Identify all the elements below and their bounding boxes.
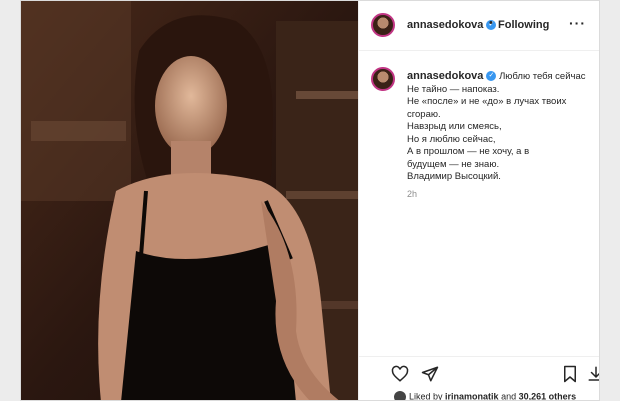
verified-badge-icon: ✓ xyxy=(486,71,497,82)
post-timestamp[interactable]: 2h xyxy=(407,189,417,199)
heart-icon[interactable] xyxy=(391,365,409,388)
liker-avatar[interactable] xyxy=(394,391,406,400)
post-side-panel: annasedokova ✓ • Following ··· annasedoko… xyxy=(358,1,599,401)
header-separator: • xyxy=(489,17,493,29)
following-button[interactable]: Following xyxy=(498,19,549,31)
caption-author-avatar[interactable] xyxy=(371,67,395,91)
more-options-icon[interactable]: ··· xyxy=(569,15,586,31)
bookmark-icon[interactable] xyxy=(561,365,579,388)
post-header: annasedokova ✓ • Following ··· xyxy=(359,1,599,51)
post-actions: Liked by irinamonatik and 30,261 others xyxy=(359,356,599,401)
caption-line: Не «после» и не «до» в лучах твоих xyxy=(407,96,567,107)
paper-plane-icon[interactable] xyxy=(421,365,439,388)
instagram-post: annasedokova ✓ • Following ··· annasedoko… xyxy=(20,0,600,401)
post-photo[interactable] xyxy=(21,1,358,400)
post-caption: annasedokova ✓ Люблю тебя сейчас Не тайно… xyxy=(407,70,593,184)
caption-line: Но я люблю сейчас, xyxy=(407,133,496,145)
caption-line: А в прошлом — не хочу, а в xyxy=(407,146,530,157)
caption-first-line: annasedokova ✓ Люблю тебя сейчас xyxy=(407,70,593,84)
author-username[interactable]: annasedokova ✓ xyxy=(407,19,497,31)
caption-line: Навзрыд или смеясь, xyxy=(407,121,502,132)
caption-line: Люблю тебя сейчас xyxy=(499,71,586,82)
caption-author-username[interactable]: annasedokova xyxy=(407,70,483,82)
caption-line: будущем — не знаю. xyxy=(407,158,500,170)
liked-by-user[interactable]: irinamonatik xyxy=(445,391,499,400)
caption-line: Не тайно — напоказ. xyxy=(407,83,500,95)
download-icon[interactable] xyxy=(587,365,599,388)
likes-summary: Liked by irinamonatik and 30,261 others xyxy=(394,391,577,401)
caption-line: сгораю. xyxy=(407,108,441,120)
and-label: and xyxy=(501,391,517,401)
others-count[interactable]: 30,261 others xyxy=(519,391,577,400)
author-avatar[interactable] xyxy=(371,13,395,37)
caption-line: Владимир Высоцкий. xyxy=(407,171,501,182)
author-username-text[interactable]: annasedokova xyxy=(407,19,483,31)
liked-by-prefix: Liked by xyxy=(409,391,443,401)
post-photo-art xyxy=(21,1,358,400)
